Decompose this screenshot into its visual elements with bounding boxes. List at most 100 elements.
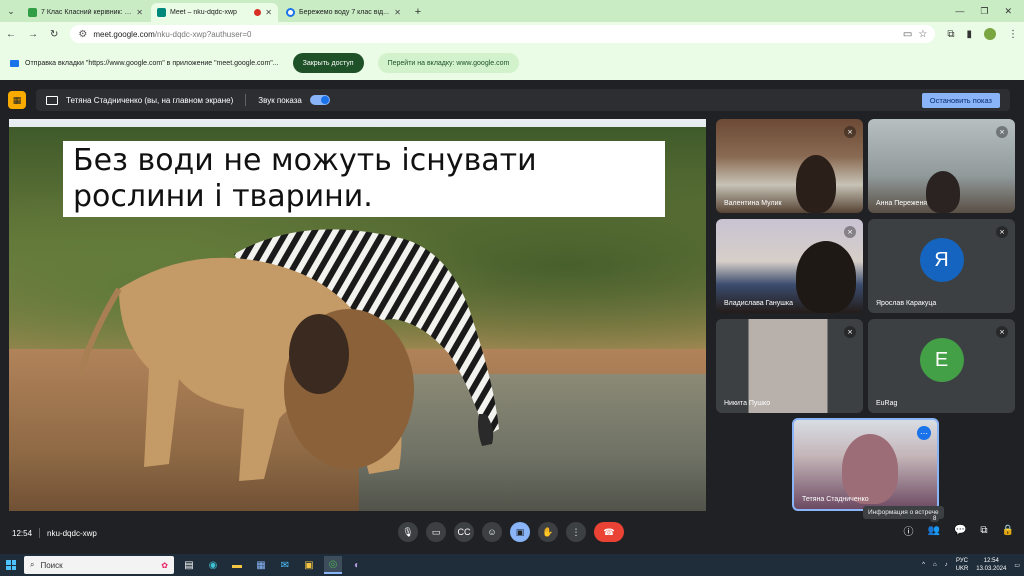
site-info-icon[interactable]: ⚙ (78, 29, 87, 40)
tab-meet[interactable]: Meet – nku-dqdc-xwp ✕ (151, 3, 278, 22)
system-clock[interactable]: 12:54 13.03.2024 (976, 557, 1006, 573)
store-icon[interactable]: ▦ (252, 556, 270, 574)
chat-icon[interactable]: 💬 (954, 525, 966, 536)
edge-icon[interactable]: ◉ (204, 556, 222, 574)
participant-tile[interactable]: ⨯ Владислава Ганушка (716, 219, 863, 313)
bookmark-star-icon[interactable]: ☆ (918, 29, 927, 40)
participant-avatar: Я (919, 238, 964, 283)
tab-share-icon (10, 59, 19, 67)
profile-avatar[interactable] (984, 28, 996, 40)
mic-muted-icon: ⨯ (996, 326, 1008, 338)
search-placeholder: Поиск (40, 560, 63, 570)
windows-start-icon[interactable] (4, 558, 18, 572)
audio-share-toggle[interactable] (309, 95, 330, 105)
notification-text: Отправка вкладки "https://www.google.com… (25, 59, 279, 67)
network-icon[interactable]: ⌂ (933, 562, 937, 568)
presenter-label: Тетяна Стадниченко (вы, на главном экран… (66, 95, 234, 105)
restore-icon[interactable]: ❐ (980, 6, 988, 17)
microphone-button[interactable]: 🎙 (398, 522, 418, 542)
participant-avatar: E (919, 338, 964, 383)
raise-hand-button[interactable]: ✋ (538, 522, 558, 542)
tab-classroom[interactable]: 7 Клас Класний керівник: Ста... ✕ (22, 3, 149, 22)
search-highlight-icon: ✿ (161, 560, 168, 570)
close-window-icon[interactable]: ✕ (1004, 6, 1012, 17)
task-view-icon[interactable]: ▤ (180, 556, 198, 574)
stop-sharing-button[interactable]: Закрыть доступ (292, 53, 364, 73)
more-options-icon[interactable]: ⋯ (917, 426, 931, 440)
present-screen-icon (46, 95, 58, 105)
participant-video (926, 171, 960, 213)
language-indicator[interactable]: РУС UKR (956, 557, 969, 573)
more-options-button[interactable]: ⋮ (566, 522, 586, 542)
cast-icon[interactable]: ▭ (903, 29, 912, 40)
tab-strip: ⌄ 7 Клас Класний керівник: Ста... ✕ Meet… (0, 0, 1024, 22)
participant-tile[interactable]: ⨯ Никита Пушко (716, 319, 863, 413)
activities-icon[interactable]: ⧉ (980, 525, 987, 536)
divider (39, 528, 41, 538)
meet-favicon-icon (157, 8, 166, 17)
mail-icon[interactable]: ✉ (276, 556, 294, 574)
extensions-icon[interactable]: ⧉ (947, 29, 954, 40)
recording-indicator-icon (254, 9, 262, 16)
tray-chevron-icon[interactable]: ^ (922, 562, 925, 568)
reload-icon[interactable]: ↻ (50, 29, 58, 40)
meeting-info-icon[interactable]: ⓘ (904, 523, 914, 538)
meeting-time: 12:54 (12, 528, 33, 538)
present-button[interactable]: ▣ (510, 522, 530, 542)
mic-muted-icon: ⨯ (996, 226, 1008, 238)
tab-close-icon[interactable]: ✕ (394, 8, 401, 17)
photos-icon[interactable]: ▣ (300, 556, 318, 574)
participant-name: Ярослав Каракуца (876, 300, 937, 307)
side-panel-icon[interactable]: ▮ (966, 29, 972, 40)
viber-icon[interactable]: ◐ (348, 556, 366, 574)
back-icon[interactable]: ← (6, 29, 16, 40)
leave-call-button[interactable]: ☎ (594, 522, 624, 542)
goto-tab-button[interactable]: Перейти на вкладку: www.google.com (377, 53, 520, 73)
tab-search-icon[interactable]: ⌄ (0, 0, 22, 22)
minimize-icon[interactable]: — (955, 6, 964, 16)
participant-tile[interactable]: ⨯ Анна Переженя (868, 119, 1015, 213)
participant-tile[interactable]: E ⨯ EuRag (868, 319, 1015, 413)
host-controls-icon[interactable]: 🔒 (1002, 525, 1014, 536)
browser-menu-icon[interactable]: ⋮ (1008, 29, 1018, 40)
mic-muted-icon: ⨯ (844, 226, 856, 238)
camera-button[interactable]: ▭ (426, 522, 446, 542)
stop-presenting-button[interactable]: Остановить показ (921, 92, 1000, 108)
forward-icon[interactable]: → (28, 29, 38, 40)
file-explorer-icon[interactable]: ▬ (228, 556, 246, 574)
lion-illustration (79, 257, 414, 481)
taskbar-search[interactable]: ⌕ Поиск ✿ (24, 556, 174, 574)
presented-slide: Без води не можуть існувати рослини і тв… (9, 119, 706, 511)
address-bar-row: ← → ↻ ⚙ meet.google.com/nku-dqdc-xwp?aut… (0, 22, 1024, 46)
tab-close-icon[interactable]: ✕ (265, 8, 272, 17)
captions-button[interactable]: CC (454, 522, 474, 542)
participant-tile[interactable]: ⨯ Валентина Мулик (716, 119, 863, 213)
reactions-button[interactable]: ☺ (482, 522, 502, 542)
people-icon[interactable]: 👥 (928, 525, 940, 536)
classroom-favicon-icon (28, 8, 37, 17)
search-icon: ⌕ (30, 560, 35, 569)
participant-video (796, 241, 856, 313)
new-tab-button[interactable]: + (409, 3, 427, 22)
participant-video (796, 155, 836, 213)
google-favicon-icon (286, 8, 295, 17)
meeting-code: nku-dqdc-xwp (47, 528, 97, 538)
participant-name: Владислава Ганушка (724, 300, 793, 307)
window-controls: — ❐ ✕ (943, 0, 1024, 22)
windows-taskbar: ⌕ Поиск ✿ ▤ ◉ ▬ ▦ ✉ ▣ ◎ ◐ ^ ⌂ ♪ РУС UKR 1… (0, 554, 1024, 576)
omnibox[interactable]: ⚙ meet.google.com/nku-dqdc-xwp?authuser=… (70, 25, 936, 43)
chrome-icon[interactable]: ◎ (324, 556, 342, 574)
self-view-tile[interactable]: ⋯ Тетяна Стадниченко (792, 418, 939, 511)
tab-google[interactable]: Бережемо воду 7 клас від... ✕ (280, 3, 407, 22)
tab-close-icon[interactable]: ✕ (136, 8, 143, 17)
participant-name: Анна Переженя (876, 200, 928, 207)
mic-muted-icon: ⨯ (844, 326, 856, 338)
notifications-icon[interactable]: ▭ (1014, 562, 1020, 569)
tab-title: Meet – nku-dqdc-xwp (170, 9, 237, 16)
presentation-bar: Тетяна Стадниченко (вы, на главном экран… (36, 89, 1010, 111)
divider (245, 94, 247, 106)
tab-title: Бережемо воду 7 клас від... (299, 9, 389, 16)
participant-tile[interactable]: Я ⨯ Ярослав Каракуца (868, 219, 1015, 313)
side-buttons: ⓘ 👥 💬 ⧉ 🔒 (904, 523, 1015, 538)
volume-icon[interactable]: ♪ (945, 562, 948, 568)
